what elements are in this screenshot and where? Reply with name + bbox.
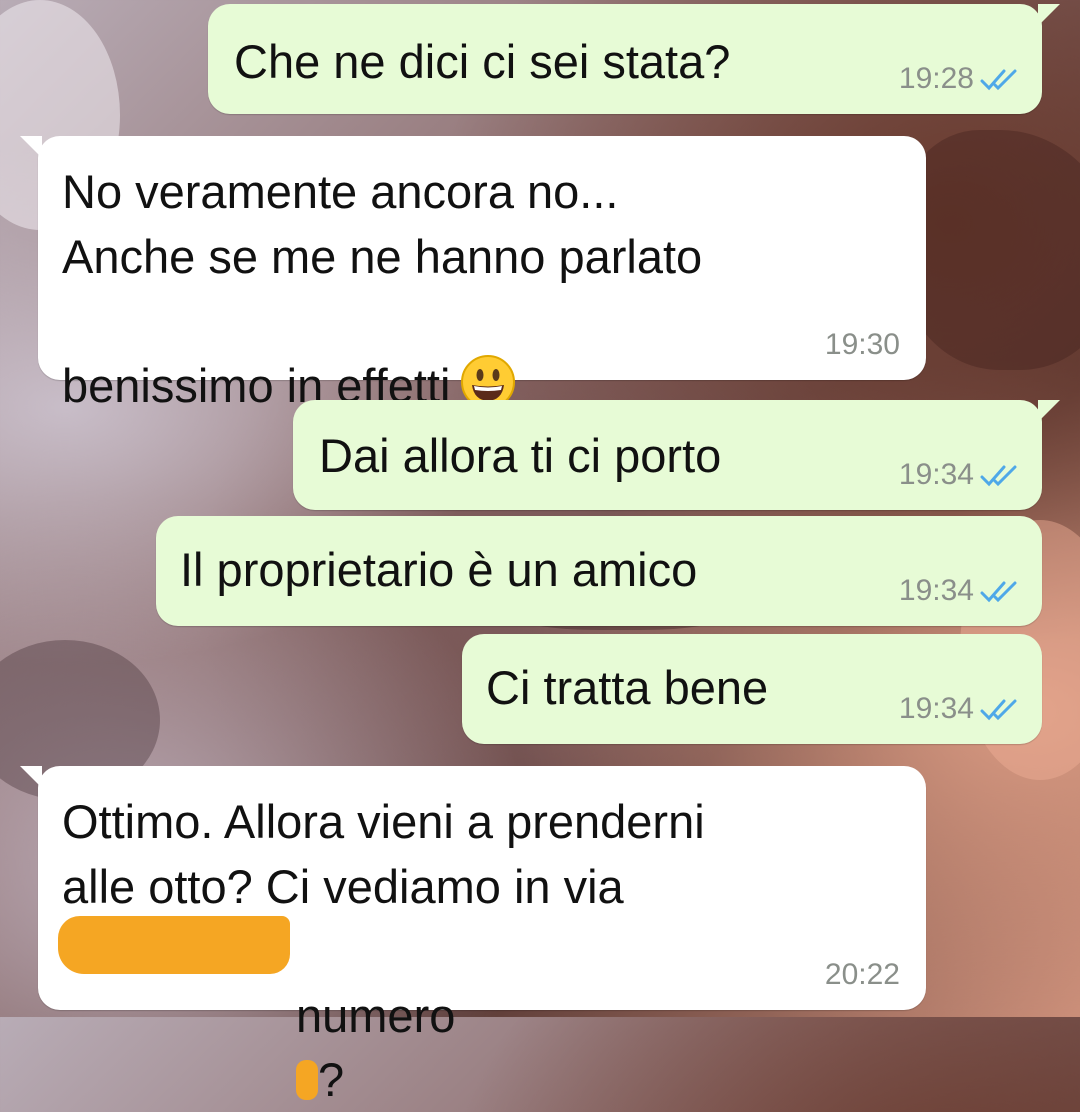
message-text: Dai allora ti ci porto bbox=[319, 429, 722, 482]
message-bubble-outgoing[interactable]: Il proprietario è un amico 19:34 bbox=[156, 516, 1042, 626]
message-text: Il proprietario è un amico bbox=[180, 543, 698, 596]
message-text: Ci tratta bene bbox=[486, 661, 769, 714]
message-time: 20:22 bbox=[824, 958, 900, 991]
read-double-check-icon bbox=[980, 699, 1017, 721]
message-meta: 19:34 bbox=[899, 692, 1020, 726]
message-bubble-outgoing[interactable]: Che ne dici ci sei stata? 19:28 bbox=[208, 4, 1060, 114]
message-bubble-outgoing[interactable]: Dai allora ti ci porto 19:34 bbox=[293, 400, 1060, 510]
message-bubble-incoming[interactable]: No veramente ancora no... Anche se me ne… bbox=[20, 136, 926, 412]
address-redaction bbox=[58, 916, 290, 974]
message-meta: 19:34 bbox=[899, 458, 1020, 492]
number-redaction bbox=[296, 1060, 318, 1100]
message-meta: 19:28 bbox=[899, 62, 1020, 96]
message-text-fragment: ? bbox=[318, 1053, 345, 1106]
message-meta: 19:30 bbox=[825, 328, 900, 362]
chat-screen: { "colors": { "outgoing_bubble": "#e7fbd… bbox=[0, 0, 1080, 1106]
message-time: 19:30 bbox=[824, 328, 900, 361]
message-meta: 20:22 bbox=[825, 958, 900, 992]
message-text-line: Anche se me ne hanno parlato bbox=[62, 230, 703, 283]
message-text-fragment: numero bbox=[296, 989, 456, 1042]
message-text-line: benissimo in effetti bbox=[62, 290, 516, 418]
read-double-check-icon bbox=[980, 69, 1017, 91]
message-time: 19:28 bbox=[898, 62, 974, 95]
message-text-line: No veramente ancora no... bbox=[62, 165, 619, 218]
message-meta: 19:34 bbox=[899, 574, 1020, 608]
read-double-check-icon bbox=[980, 465, 1017, 487]
message-text-line: Ottimo. Allora vieni a prenderni bbox=[62, 795, 705, 848]
message-time: 19:34 bbox=[898, 574, 974, 607]
message-bubble-outgoing[interactable]: Ci tratta bene 19:34 bbox=[462, 634, 1042, 744]
message-bubble-incoming[interactable]: Ottimo. Allora vieni a prenderni alle ot… bbox=[20, 766, 926, 1106]
wallpaper-shape bbox=[900, 130, 1080, 370]
message-text-line: numero ? bbox=[296, 920, 455, 1112]
message-text-line: alle otto? Ci vediamo in via bbox=[62, 860, 624, 913]
message-time: 19:34 bbox=[898, 458, 974, 491]
message-text: Che ne dici ci sei stata? bbox=[234, 35, 731, 88]
read-double-check-icon bbox=[980, 581, 1017, 603]
message-time: 19:34 bbox=[898, 692, 974, 725]
